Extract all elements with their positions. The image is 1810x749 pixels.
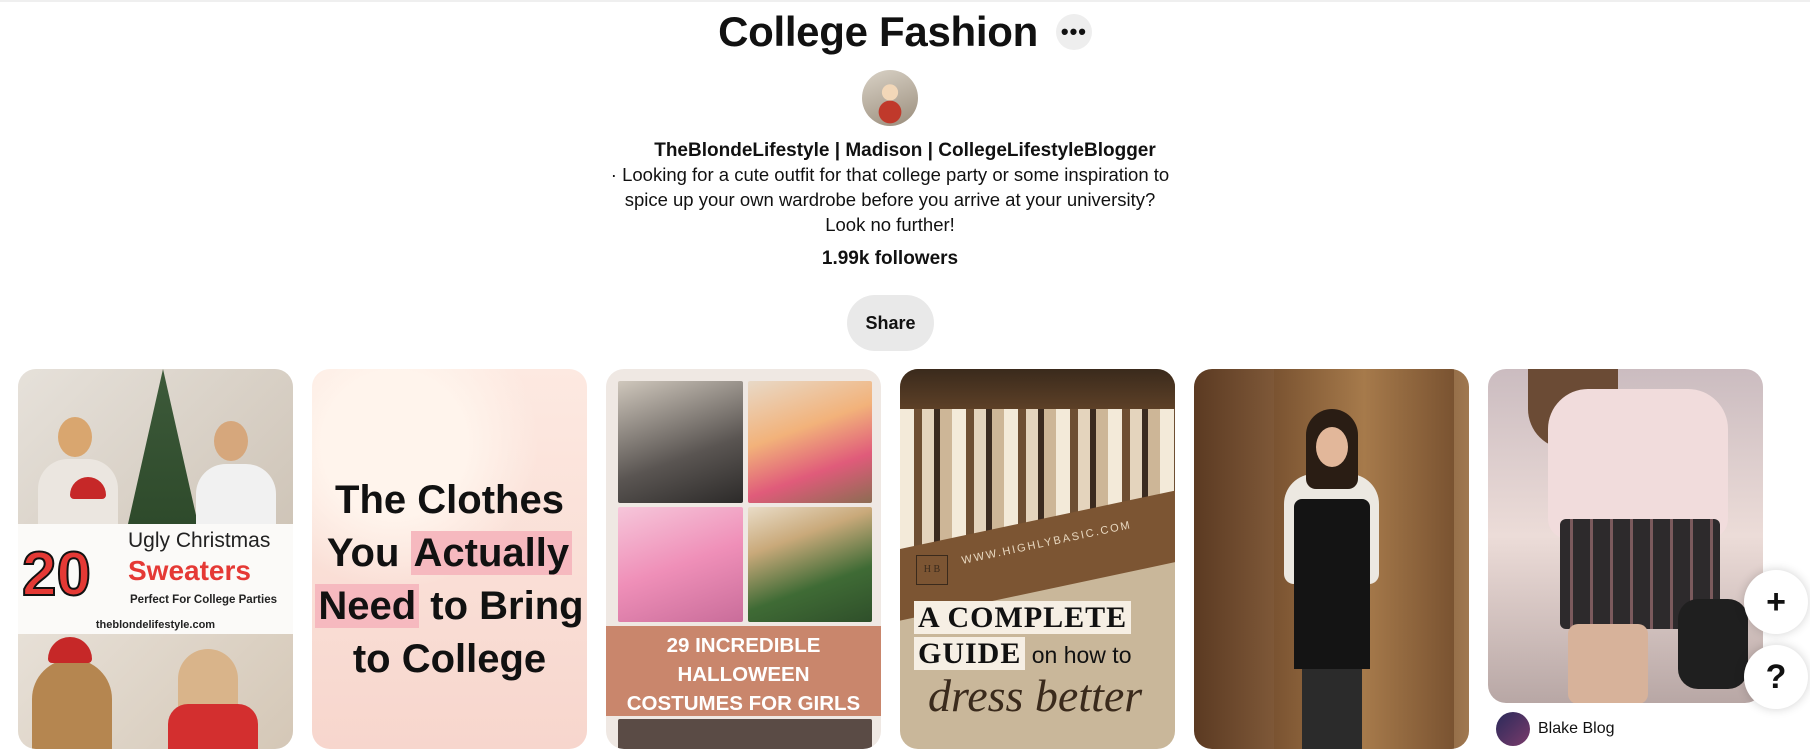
followers-count[interactable]: 1.99k followers [0, 248, 1780, 270]
help-button[interactable]: ? [1744, 645, 1808, 709]
pin-image [900, 369, 1175, 409]
pin-image [1568, 624, 1648, 703]
pin-image [618, 719, 872, 749]
pin-image [168, 704, 258, 749]
pin-site: theblondelifestyle.com [95, 619, 216, 631]
pin-text-highlight: Need [315, 584, 420, 628]
pin-text-line: The Clothes [335, 478, 564, 522]
pin-image [1302, 669, 1362, 749]
more-icon: ••• [1060, 19, 1087, 44]
pin-text-line: dress better [928, 670, 1143, 721]
pin-number: 20 [21, 539, 92, 610]
more-options-button[interactable]: ••• [1055, 14, 1092, 50]
create-button[interactable]: + [1744, 570, 1808, 634]
pin-text-line: Sweaters [128, 555, 251, 586]
pin-image [1548, 389, 1728, 539]
share-button[interactable]: Share [847, 295, 934, 351]
pin-text-line: to Bring [419, 584, 584, 628]
pin-image [748, 381, 872, 503]
pin-text-highlight: Actually [410, 531, 573, 575]
pin-card[interactable] [1488, 369, 1763, 703]
pin-image [58, 417, 92, 457]
pin-text-line: Ugly Christmas [128, 529, 271, 552]
pin-image [214, 421, 248, 461]
pin-text-line: HALLOWEEN [677, 663, 810, 686]
pin-author[interactable]: Blake Blog [1496, 712, 1615, 746]
board-title: College Fashion [718, 8, 1038, 55]
board-header: College Fashion ••• [0, 8, 1810, 56]
pin-image [1678, 599, 1748, 689]
pin-title: 29 INCREDIBLE HALLOWEEN COSTUMES FOR GIR… [606, 631, 881, 718]
pin-image [1294, 499, 1370, 669]
pin-image [618, 507, 743, 622]
top-divider [0, 0, 1810, 2]
board-description: · Looking for a cute outfit for that col… [610, 164, 1170, 235]
pin-image [618, 381, 743, 503]
pin-image [748, 507, 872, 622]
brand-logo: H B [916, 555, 948, 585]
author-avatar [1496, 712, 1530, 746]
owner-avatar[interactable] [862, 70, 918, 126]
pin-text-line: COSTUMES FOR GIRLS [626, 692, 861, 715]
pin-title: The Clothes You Actually Need to Bring t… [312, 474, 587, 686]
board-owner-name[interactable]: TheBlondeLifestyle | Madison | CollegeLi… [0, 140, 1810, 162]
pin-text-line: to College [352, 637, 547, 681]
plus-icon: + [1766, 582, 1786, 621]
pin-image [32, 659, 112, 749]
pin-text-line: A COMPLETE [914, 601, 1132, 635]
pin-text-line: GUIDE on how to [914, 637, 1132, 671]
pin-text-line: 29 INCREDIBLE [666, 634, 821, 657]
pin-card[interactable]: WWW.HIGHLYBASIC.COM H B A COMPLETE GUIDE… [900, 369, 1175, 749]
pin-image [196, 464, 276, 524]
author-name: Blake Blog [1538, 720, 1615, 737]
pin-card[interactable]: 29 INCREDIBLE HALLOWEEN COSTUMES FOR GIR… [606, 369, 881, 749]
pin-card[interactable] [1194, 369, 1469, 749]
pin-text-line: You [326, 531, 411, 575]
pin-text-line: Perfect For College Parties [130, 594, 277, 606]
pin-card[interactable]: 20 Ugly Christmas Sweaters Perfect For C… [18, 369, 293, 749]
pin-image [1316, 427, 1348, 467]
pin-card[interactable]: The Clothes You Actually Need to Bring t… [312, 369, 587, 749]
help-icon: ? [1765, 657, 1787, 696]
